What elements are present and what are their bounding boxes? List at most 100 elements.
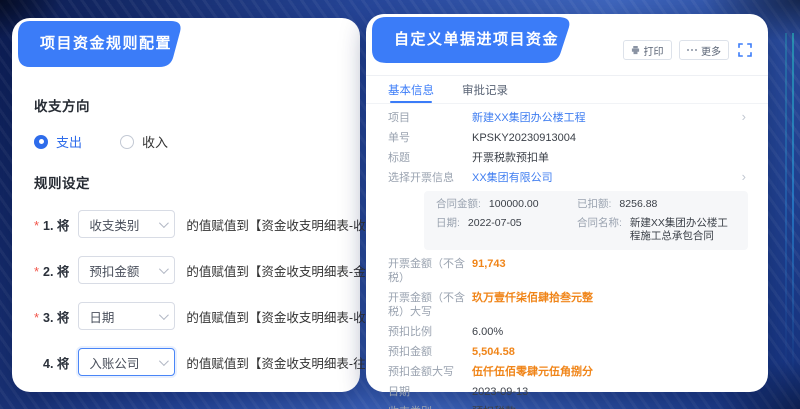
field-label: 预扣比例: [388, 325, 472, 339]
rule-config-panel: 项目资金规则配置 收支方向 支出 收入 规则设定 * 1. 将 收支类别: [12, 18, 360, 392]
tab-basic-info[interactable]: 基本信息: [388, 76, 434, 103]
edge-accent-line: [785, 33, 787, 377]
right-panel-title-tag: 自定义单据进项目资金: [372, 17, 576, 63]
deducted-amount-cell: 已扣额: 8256.88: [577, 198, 736, 211]
rule-row-1: * 1. 将 收支类别 的值赋值到【资金收支明细表-收支类别】中: [34, 210, 340, 238]
field-value: 预扣税款: [472, 405, 748, 409]
required-asterisk: *: [34, 264, 43, 279]
field-doc-no: 单号 KPSKY20230913004: [388, 131, 748, 145]
field-invoice-amount-caps: 开票金额（不含税）大写 玖万壹仟柒佰肆拾叁元整: [388, 291, 748, 319]
contract-summary-box: 合同金额: 100000.00 已扣额: 8256.88 日期: 2022-07…: [424, 191, 748, 250]
field-label: 收支类别: [388, 405, 472, 409]
field-label: 已扣额:: [577, 198, 611, 211]
chevron-down-icon: [159, 218, 169, 228]
chevron-down-icon: [159, 264, 169, 274]
rule-field-select-2[interactable]: 预扣金额: [78, 256, 175, 284]
selected-field: 收支类别: [89, 215, 139, 234]
field-withhold-amount-caps: 预扣金额大写 伍仟伍佰零肆元伍角捌分: [388, 365, 748, 379]
printer-icon: [631, 46, 640, 55]
rule-row-4: 4. 将 入账公司 的值赋值到【资金收支明细表-往来单位】中: [34, 348, 340, 376]
field-withhold-ratio: 预扣比例 6.00%: [388, 325, 748, 339]
field-label: 日期:: [436, 217, 460, 243]
field-date: 日期 2023-09-13: [388, 385, 748, 399]
contract-amount-cell: 合同金额: 100000.00: [436, 198, 577, 211]
field-value: 5,504.58: [472, 345, 748, 359]
field-label: 标题: [388, 151, 472, 165]
field-withhold-amount: 预扣金额 5,504.58: [388, 345, 748, 359]
more-button-label: 更多: [701, 43, 721, 58]
contract-name-cell: 合同名称: 新建XX集团办公楼工程施工总承包合同: [577, 217, 736, 243]
more-button[interactable]: 更多: [679, 40, 730, 60]
radio-expense[interactable]: 支出: [34, 132, 82, 151]
rule-field-select-1[interactable]: 收支类别: [78, 210, 175, 238]
field-value: 6.00%: [472, 325, 748, 339]
invoice-info-link[interactable]: XX集团有限公司: [472, 171, 748, 185]
required-asterisk: *: [34, 310, 43, 325]
detail-fields: 项目 新建XX集团办公楼工程 › 单号 KPSKY20230913004 标题 …: [366, 104, 768, 409]
field-value: 2023-09-13: [472, 385, 748, 399]
contract-date-cell: 日期: 2022-07-05: [436, 217, 577, 243]
rules-label: 规则设定: [34, 172, 340, 192]
field-value: KPSKY20230913004: [472, 131, 748, 145]
more-icon: [687, 49, 698, 52]
detail-tabs: 基本信息 审批记录: [366, 76, 768, 104]
chevron-right-icon[interactable]: ›: [742, 110, 746, 124]
fullscreen-icon[interactable]: [736, 41, 754, 59]
print-button-label: 打印: [644, 43, 664, 58]
field-label: 开票金额（不含税）大写: [388, 291, 472, 319]
edge-accent-line: [792, 33, 794, 377]
field-label: 日期: [388, 385, 472, 399]
field-label: 预扣金额大写: [388, 365, 472, 379]
rule-prefix: 4. 将: [43, 353, 69, 372]
field-label: 选择开票信息: [388, 171, 472, 185]
required-asterisk: *: [34, 218, 43, 233]
document-detail-panel: 自定义单据进项目资金 打印 更多: [366, 14, 768, 392]
field-label: 开票金额（不含税）: [388, 257, 472, 285]
radio-selected-icon[interactable]: [34, 135, 48, 149]
field-label: 单号: [388, 131, 472, 145]
field-label: 合同金额:: [436, 198, 481, 211]
left-panel-title: 项目资金规则配置: [18, 21, 186, 66]
selected-field: 入账公司: [89, 353, 139, 372]
chevron-down-icon: [159, 356, 169, 366]
project-link[interactable]: 新建XX集团办公楼工程: [472, 111, 748, 125]
right-panel-title: 自定义单据进项目资金: [372, 17, 576, 62]
chevron-down-icon: [159, 310, 169, 320]
rule-prefix: 1. 将: [43, 215, 69, 234]
radio-income-label: 收入: [142, 132, 168, 151]
field-label: 项目: [388, 111, 472, 125]
direction-label: 收支方向: [34, 95, 340, 115]
field-label: 合同名称:: [577, 217, 622, 243]
radio-unselected-icon[interactable]: [120, 135, 134, 149]
tab-approval-record[interactable]: 审批记录: [462, 76, 508, 103]
field-title: 标题 开票税款预扣单: [388, 151, 748, 165]
document-header: 自定义单据进项目资金 打印 更多: [366, 14, 768, 76]
print-button[interactable]: 打印: [623, 40, 672, 60]
field-invoice-amount: 开票金额（不含税） 91,743: [388, 257, 748, 285]
document-toolbar: 打印 更多: [623, 40, 755, 60]
field-category: 收支类别 预扣税款: [388, 405, 748, 409]
field-value: 开票税款预扣单: [472, 151, 748, 165]
left-panel-title-tag: 项目资金规则配置: [18, 21, 186, 67]
field-value: 91,743: [472, 257, 748, 271]
rule-prefix: 2. 将: [43, 261, 69, 280]
radio-income[interactable]: 收入: [120, 132, 168, 151]
field-value: 8256.88: [619, 198, 657, 211]
rule-row-2: * 2. 将 预扣金额 的值赋值到【资金收支明细表-金额】中: [34, 256, 340, 284]
chevron-right-icon[interactable]: ›: [742, 170, 746, 184]
direction-radio-group: 支出 收入: [34, 132, 340, 151]
rule-prefix: 3. 将: [43, 307, 69, 326]
field-invoice-info: 选择开票信息 XX集团有限公司 ›: [388, 171, 748, 185]
selected-field: 日期: [89, 307, 114, 326]
field-label: 预扣金额: [388, 345, 472, 359]
rule-field-select-4[interactable]: 入账公司: [78, 348, 175, 376]
field-value: 玖万壹仟柒佰肆拾叁元整: [472, 291, 748, 305]
field-value: 2022-07-05: [468, 217, 522, 243]
field-project: 项目 新建XX集团办公楼工程 ›: [388, 111, 748, 125]
selected-field: 预扣金额: [89, 261, 139, 280]
banner-background: 项目资金规则配置 收支方向 支出 收入 规则设定 * 1. 将 收支类别: [0, 0, 800, 409]
rule-field-select-3[interactable]: 日期: [78, 302, 175, 330]
field-value: 伍仟伍佰零肆元伍角捌分: [472, 365, 748, 379]
rule-row-3: * 3. 将 日期 的值赋值到【资金收支明细表-收支日期】中: [34, 302, 340, 330]
radio-expense-label: 支出: [56, 132, 82, 151]
